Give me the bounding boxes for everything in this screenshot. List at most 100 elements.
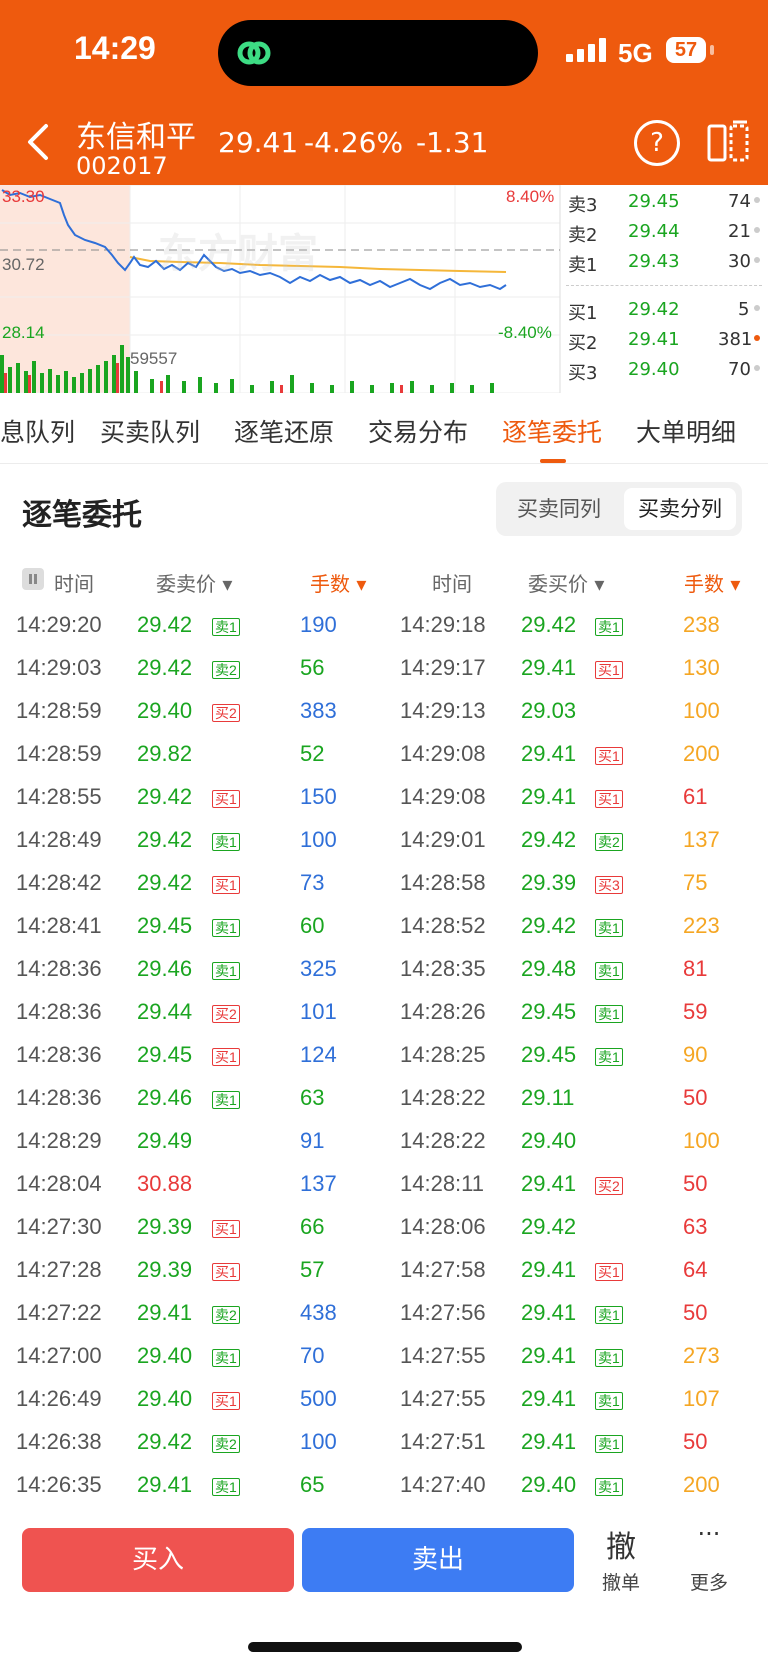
table-row[interactable]: 14:29:03 29.42 卖2 56 14:29:17 29.41 买1 130 [0, 651, 768, 694]
buy-price: 29.41 [521, 1300, 577, 1325]
tab-trade-distribution[interactable]: 交易分布 [368, 413, 468, 449]
sell-tag: 买1 [212, 790, 240, 808]
detail-tabs: 息队列 买卖队列 逐笔还原 交易分布 逐笔委托 大单明细 [0, 393, 768, 464]
sell-price: 29.44 [137, 999, 193, 1024]
table-row[interactable]: 14:28:36 29.45 买1 124 14:28:25 29.45 卖1 90 [0, 1038, 768, 1081]
help-icon[interactable]: ? [634, 120, 680, 166]
buy-tag: 卖1 [595, 1435, 623, 1453]
buy-button[interactable]: 买入 [22, 1528, 294, 1592]
col-lots-right[interactable]: 手数 ▾ [684, 568, 740, 597]
sell-tag: 卖1 [212, 1091, 240, 1109]
caret-down-icon: ▾ [350, 572, 367, 596]
table-row[interactable]: 14:28:59 29.40 买2 383 14:29:13 29.03 100 [0, 694, 768, 737]
sell-time: 14:27:00 [16, 1343, 102, 1368]
sell-button[interactable]: 卖出 [302, 1528, 574, 1592]
col-sell-price[interactable]: 委卖价 ▾ [156, 568, 232, 597]
table-row[interactable]: 14:28:49 29.42 卖1 100 14:29:01 29.42 卖2 137 [0, 823, 768, 866]
sell-tag: 卖1 [212, 919, 240, 937]
link-icon [237, 41, 271, 65]
buy-price: 29.42 [521, 612, 577, 637]
signal-icon [566, 38, 606, 62]
buy-lots: 100 [683, 698, 720, 723]
sell-lots: 100 [300, 827, 337, 852]
buy-tag: 卖1 [595, 1306, 623, 1324]
col-buy-price[interactable]: 委买价 ▾ [528, 568, 604, 597]
table-row[interactable]: 14:27:30 29.39 买1 66 14:28:06 29.42 63 [0, 1210, 768, 1253]
sell-time: 14:29:03 [16, 655, 102, 680]
home-indicator[interactable] [248, 1642, 522, 1652]
table-row[interactable]: 14:28:36 29.46 卖1 63 14:28:22 29.11 50 [0, 1081, 768, 1124]
table-row[interactable]: 14:28:59 29.82 52 14:29:08 29.41 买1 200 [0, 737, 768, 780]
tab-tick-restore[interactable]: 逐笔还原 [234, 413, 334, 449]
buy-price: 29.42 [521, 1214, 577, 1239]
buy-price: 29.40 [521, 1472, 577, 1497]
buy-tag: 卖2 [595, 833, 623, 851]
sell-lots: 63 [300, 1085, 325, 1110]
col-lots-left[interactable]: 手数 ▾ [310, 568, 366, 597]
intraday-chart[interactable]: 东方财富 33.30 30.72 28.14 8.40% -8.40% 5955… [0, 185, 768, 393]
tab-large-orders[interactable]: 大单明细 [636, 413, 736, 449]
buy-lots: 200 [683, 741, 720, 766]
buy-tag: 卖1 [595, 1048, 623, 1066]
sell-time: 14:28:36 [16, 1085, 102, 1110]
seg-same-column[interactable]: 买卖同列 [504, 488, 614, 530]
switch-layout-icon[interactable] [706, 120, 752, 164]
cancel-order-label[interactable]: 撤单 [592, 1568, 650, 1595]
buy-time: 14:27:51 [400, 1429, 486, 1454]
buy-time: 14:28:25 [400, 1042, 486, 1067]
more-icon[interactable]: ··· [686, 1520, 732, 1548]
more-label[interactable]: 更多 [680, 1568, 738, 1595]
back-icon[interactable] [22, 122, 56, 162]
dot-icon [754, 305, 760, 311]
sell-lots: 91 [300, 1128, 325, 1153]
table-row[interactable]: 14:27:28 29.39 买1 57 14:27:58 29.41 买1 64 [0, 1253, 768, 1296]
sell-tag: 卖1 [212, 962, 240, 980]
sell-lots: 150 [300, 784, 337, 809]
buy-time: 14:29:17 [400, 655, 486, 680]
table-row[interactable]: 14:29:20 29.42 卖1 190 14:29:18 29.42 卖1 238 [0, 608, 768, 651]
sell-price: 29.42 [137, 784, 193, 809]
tab-info-queue[interactable]: 息队列 [0, 413, 75, 449]
table-row[interactable]: 14:28:36 29.44 买2 101 14:28:26 29.45 卖1 59 [0, 995, 768, 1038]
sell-lots: 70 [300, 1343, 325, 1368]
table-row[interactable]: 14:28:04 30.88 137 14:28:11 29.41 买2 50 [0, 1167, 768, 1210]
buy-time: 14:27:58 [400, 1257, 486, 1282]
sell-price: 30.88 [137, 1171, 193, 1196]
sell-time: 14:28:04 [16, 1171, 102, 1196]
table-row[interactable]: 14:26:38 29.42 卖2 100 14:27:51 29.41 卖1 50 [0, 1425, 768, 1468]
buy-time: 14:28:58 [400, 870, 486, 895]
stock-change: -1.31 [416, 126, 489, 159]
sell-time: 14:28:36 [16, 1042, 102, 1067]
col-time-left: 时间 [54, 572, 94, 596]
cancel-order-icon[interactable]: 撤 [598, 1522, 644, 1566]
table-row[interactable]: 14:27:22 29.41 卖2 438 14:27:56 29.41 卖1 50 [0, 1296, 768, 1339]
seg-split-column[interactable]: 买卖分列 [624, 488, 736, 530]
tab-tick-orders[interactable]: 逐笔委托 [502, 413, 602, 449]
table-row[interactable]: 14:27:00 29.40 卖1 70 14:27:55 29.41 卖1 273 [0, 1339, 768, 1382]
buy-time: 14:27:55 [400, 1343, 486, 1368]
table-row[interactable]: 14:28:55 29.42 买1 150 14:29:08 29.41 买1 61 [0, 780, 768, 823]
tab-buy-sell-queue[interactable]: 买卖队列 [100, 413, 200, 449]
table-row[interactable]: 14:28:29 29.49 91 14:28:22 29.40 100 [0, 1124, 768, 1167]
buy-price: 29.41 [521, 1171, 577, 1196]
col-time-right: 时间 [432, 572, 472, 596]
buy-time: 14:27:55 [400, 1386, 486, 1411]
sell-lots: 438 [300, 1300, 337, 1325]
table-row[interactable]: 14:28:42 29.42 买1 73 14:28:58 29.39 买3 75 [0, 866, 768, 909]
table-row[interactable]: 14:28:36 29.46 卖1 325 14:28:35 29.48 卖1 81 [0, 952, 768, 995]
dot-icon [754, 335, 760, 341]
buy-price: 29.41 [521, 1386, 577, 1411]
buy-time: 14:28:22 [400, 1128, 486, 1153]
table-row[interactable]: 14:28:41 29.45 卖1 60 14:28:52 29.42 卖1 223 [0, 909, 768, 952]
network-type: 5G [618, 38, 653, 68]
pause-icon[interactable] [22, 568, 44, 590]
dot-icon [754, 257, 760, 263]
buy-lots: 50 [683, 1171, 708, 1196]
sell-tag: 买1 [212, 1220, 240, 1238]
buy-tag: 买3 [595, 876, 623, 894]
table-row[interactable]: 14:26:49 29.40 买1 500 14:27:55 29.41 卖1 107 [0, 1382, 768, 1425]
table-row[interactable]: 14:26:35 29.41 卖1 65 14:27:40 29.40 卖1 200 [0, 1468, 768, 1511]
status-time: 14:29 [74, 30, 156, 66]
sell-time: 14:28:49 [16, 827, 102, 852]
sell-lots: 101 [300, 999, 337, 1024]
